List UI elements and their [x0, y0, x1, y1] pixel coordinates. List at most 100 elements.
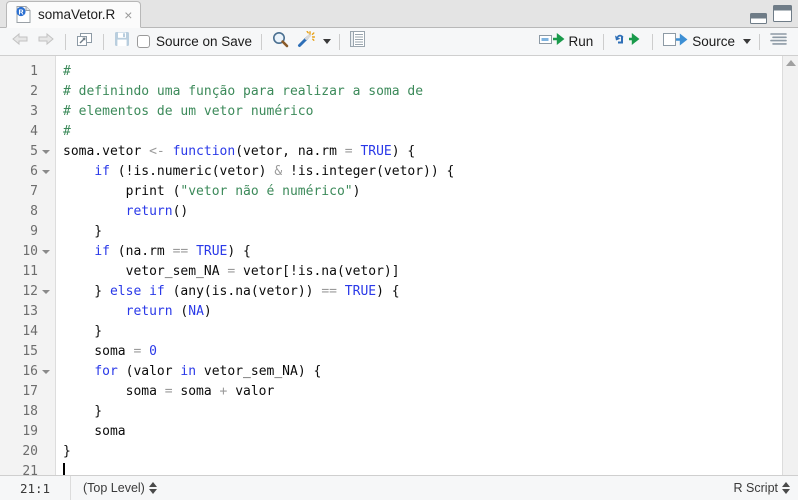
- code-token: =: [164, 384, 173, 399]
- vertical-scrollbar[interactable]: [782, 56, 798, 475]
- line-number-value: 11: [22, 264, 38, 279]
- forward-arrow-icon: [37, 32, 55, 51]
- code-line: # elementos de um vetor numérico: [63, 102, 782, 122]
- line-number: 10: [0, 242, 55, 262]
- line-number-value: 1: [30, 64, 38, 79]
- code-token: #: [63, 64, 71, 79]
- fold-toggle-icon[interactable]: [42, 168, 50, 176]
- code-token: soma.vetor: [63, 144, 150, 159]
- code-token: ) {: [376, 284, 400, 299]
- code-token: &: [274, 164, 283, 179]
- editor-tab-bar: R somaVetor.R ×: [0, 0, 798, 28]
- source-icon: [663, 32, 689, 52]
- code-tools-button[interactable]: [293, 30, 319, 53]
- code-token: vetor_sem_NA: [63, 264, 228, 279]
- document-type-selector[interactable]: R Script: [734, 481, 790, 495]
- line-number-value: 2: [30, 84, 38, 99]
- document-outline-button[interactable]: [766, 31, 791, 53]
- code-token: return: [125, 304, 173, 319]
- code-token: vetor_sem_NA) {: [196, 364, 322, 379]
- fold-toggle-icon[interactable]: [42, 248, 50, 256]
- line-number: 6: [0, 162, 55, 182]
- code-token: TRUE: [360, 144, 392, 159]
- line-number-value: 12: [22, 284, 38, 299]
- code-token: # elementos de um vetor numérico: [63, 104, 314, 119]
- code-line: if (!is.numeric(vetor) & !is.integer(vet…: [63, 162, 782, 182]
- source-button[interactable]: Source: [659, 31, 739, 53]
- document-type-label: R Script: [733, 481, 778, 495]
- editor-toolbar: Source on Save Run Source: [0, 28, 798, 56]
- code-token: (na.rm: [109, 244, 173, 259]
- find-replace-button[interactable]: [268, 31, 293, 53]
- code-token: #: [63, 124, 71, 139]
- code-token: (!is.numeric(vetor): [109, 164, 275, 179]
- minimize-pane-icon[interactable]: [750, 11, 767, 24]
- up-down-stepper-icon: [148, 482, 157, 494]
- line-number-value: 6: [30, 164, 38, 179]
- line-number-value: 10: [22, 244, 38, 259]
- code-line: }: [63, 322, 782, 342]
- line-number: 19: [0, 422, 55, 442]
- line-number: 4: [0, 122, 55, 142]
- fold-toggle-icon[interactable]: [42, 148, 50, 156]
- compile-report-button[interactable]: [346, 31, 369, 53]
- code-token: soma: [63, 344, 134, 359]
- code-token: }: [63, 224, 103, 239]
- code-token: ==: [172, 244, 189, 259]
- code-token: (valor: [117, 364, 181, 379]
- run-button[interactable]: Run: [535, 31, 597, 53]
- find-replace-magnifier-icon: [272, 31, 289, 53]
- code-token: print (: [63, 184, 181, 199]
- code-token: }: [63, 284, 110, 299]
- forward-button[interactable]: [33, 31, 59, 53]
- show-in-new-window-button[interactable]: [72, 31, 97, 53]
- toolbar-divider: [759, 33, 760, 50]
- line-number: 13: [0, 302, 55, 322]
- chevron-down-icon[interactable]: [743, 39, 751, 44]
- code-line: return (NA): [63, 302, 782, 322]
- code-line: }: [63, 442, 782, 462]
- maximize-pane-icon[interactable]: [773, 5, 792, 22]
- rerun-button[interactable]: [610, 31, 646, 53]
- line-number-value: 13: [22, 304, 38, 319]
- show-in-new-window-icon: [76, 32, 93, 52]
- back-arrow-icon: [11, 32, 29, 51]
- fold-toggle-icon[interactable]: [42, 368, 50, 376]
- line-number-value: 7: [30, 184, 38, 199]
- code-text-area[interactable]: # # definindo uma função para realizar a …: [56, 56, 782, 475]
- code-token: (: [172, 304, 189, 319]
- close-icon[interactable]: ×: [124, 8, 132, 22]
- source-on-save-checkbox[interactable]: [137, 35, 150, 48]
- save-button[interactable]: [110, 31, 134, 53]
- editor-tab-somavetor[interactable]: R somaVetor.R ×: [6, 1, 142, 28]
- back-button[interactable]: [7, 31, 33, 53]
- code-token: 0: [149, 344, 157, 359]
- code-line: }: [63, 402, 782, 422]
- scroll-up-arrow-icon[interactable]: [785, 60, 796, 66]
- chevron-down-icon[interactable]: [323, 39, 332, 44]
- line-number: 11: [0, 262, 55, 282]
- scope-selector[interactable]: (Top Level): [71, 481, 157, 495]
- toolbar-divider: [65, 33, 66, 50]
- line-number-value: 4: [30, 124, 38, 139]
- line-number-value: 19: [22, 424, 38, 439]
- fold-toggle-icon[interactable]: [42, 288, 50, 296]
- code-editor[interactable]: 1 2 3 4 5 6 7 8 9 10 11 12 13 14 15 16 17 18 19 20 21 # # def…: [0, 56, 798, 475]
- line-number: 17: [0, 382, 55, 402]
- code-line: #: [63, 62, 782, 82]
- code-token: return: [125, 204, 173, 219]
- source-on-save-toggle[interactable]: Source on Save: [134, 34, 255, 49]
- run-label: Run: [568, 34, 594, 49]
- line-number-value: 17: [22, 384, 38, 399]
- line-number: 2: [0, 82, 55, 102]
